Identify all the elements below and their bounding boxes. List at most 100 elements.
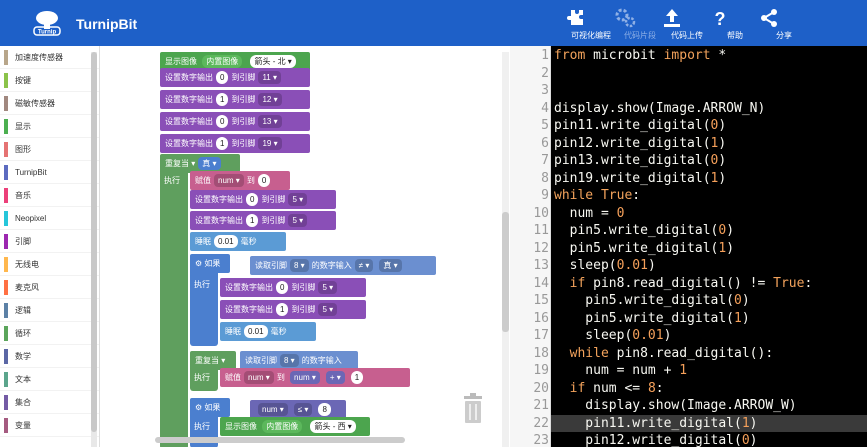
code-line[interactable]: sleep(0.01) bbox=[554, 257, 656, 275]
category-color-swatch bbox=[4, 257, 8, 272]
line-number: 12 bbox=[533, 240, 549, 256]
line-number: 19 bbox=[533, 363, 549, 378]
toolbar-label: 代码上传 bbox=[671, 31, 703, 40]
category-color-swatch bbox=[4, 211, 8, 226]
category-label: 数学 bbox=[15, 352, 31, 361]
digital-write-block[interactable]: 设置数字输出 1 到引脚 12 ▾ bbox=[160, 90, 310, 109]
trash-icon[interactable] bbox=[462, 392, 484, 424]
category-color-swatch bbox=[4, 234, 8, 249]
category-color-swatch bbox=[4, 96, 8, 111]
code-line[interactable]: while True: bbox=[554, 187, 640, 205]
help-icon: ? bbox=[715, 9, 726, 29]
code-line[interactable]: pin5.write_digital(0) bbox=[554, 222, 734, 240]
digital-write-block[interactable]: 设置数字输出 0 到引脚 5 ▾ bbox=[190, 190, 336, 209]
do-label: 执行 bbox=[190, 368, 218, 387]
share-icon bbox=[761, 9, 777, 27]
category-label: 按键 bbox=[15, 76, 31, 85]
category-color-swatch bbox=[4, 326, 8, 341]
code-line[interactable]: pin5.write_digital(1) bbox=[554, 310, 749, 328]
code-line[interactable]: if pin8.read_digital() != True: bbox=[554, 275, 813, 293]
category-color-swatch bbox=[4, 165, 8, 180]
blocks-workspace[interactable]: 显示图像 内置图像 箭头 - 北 ▾ 设置数字输出 0 到引脚 11 ▾ 设置数字输出… bbox=[100, 46, 510, 447]
category-label: 变量 bbox=[15, 421, 31, 430]
workspace-horizontal-scrollbar[interactable] bbox=[155, 437, 405, 443]
sidebar-category[interactable]: 集合 bbox=[0, 391, 99, 414]
sidebar-category[interactable]: TurnipBit bbox=[0, 161, 99, 184]
sidebar-category[interactable]: 显示 bbox=[0, 115, 99, 138]
sleep-block[interactable]: 睡眠 0.01 毫秒 bbox=[190, 232, 286, 251]
category-label: 逻辑 bbox=[15, 306, 31, 315]
do-label: 执行 bbox=[190, 275, 218, 294]
sidebar-category[interactable]: Neopixel bbox=[0, 207, 99, 230]
sidebar-category[interactable]: 磁敏传感器 bbox=[0, 92, 99, 115]
code-line[interactable]: num = 0 bbox=[554, 205, 625, 223]
sidebar-category[interactable]: 文本 bbox=[0, 368, 99, 391]
category-color-swatch bbox=[4, 395, 8, 410]
digital-write-block[interactable]: 设置数字输出 0 到引脚 5 ▾ bbox=[220, 278, 366, 297]
code-line[interactable]: pin11.write_digital(1) bbox=[554, 415, 757, 433]
sidebar-category[interactable]: 音乐 bbox=[0, 184, 99, 207]
code-line[interactable]: from microbit import * bbox=[554, 47, 726, 65]
category-label: 无线电 bbox=[15, 260, 39, 269]
help-button[interactable]: ? 帮助 bbox=[708, 4, 762, 44]
digital-write-block[interactable]: 设置数字输出 0 到引脚 11 ▾ bbox=[160, 68, 310, 87]
code-line[interactable]: pin5.write_digital(0) bbox=[554, 292, 749, 310]
digital-write-block[interactable]: 设置数字输出 1 到引脚 5 ▾ bbox=[190, 211, 336, 230]
code-line[interactable]: pin11.write_digital(0) bbox=[554, 117, 726, 135]
digital-write-block[interactable]: 设置数字输出 1 到引脚 19 ▾ bbox=[160, 134, 310, 153]
code-line[interactable]: display.show(Image.ARROW_N) bbox=[554, 100, 765, 118]
toolbar-label: 分享 bbox=[776, 31, 792, 40]
code-line[interactable]: pin12.write_digital(1) bbox=[554, 135, 726, 153]
sidebar-category[interactable]: 数学 bbox=[0, 345, 99, 368]
digital-write-block[interactable]: 设置数字输出 1 到引脚 5 ▾ bbox=[220, 300, 366, 319]
sidebar-category[interactable]: 变量 bbox=[0, 414, 99, 437]
while-loop-frame bbox=[160, 154, 188, 447]
top-bar: Turnip TurnipBit 可视化编程 代码片段 代码上传 ? 帮助 分享 bbox=[0, 0, 867, 46]
if-block[interactable]: ⚙ 如果 bbox=[190, 254, 230, 273]
category-label: Neopixel bbox=[15, 214, 47, 223]
sidebar-category[interactable]: 引脚 bbox=[0, 230, 99, 253]
code-line[interactable]: pin12.write_digital(0) bbox=[554, 432, 757, 447]
assign-num-block[interactable]: 赋值 num ▾ 到 0 bbox=[190, 171, 290, 190]
code-line[interactable]: display.show(Image.ARROW_W) bbox=[554, 397, 796, 415]
code-line[interactable]: num = num + 1 bbox=[554, 362, 687, 380]
svg-text:Turnip: Turnip bbox=[38, 30, 57, 36]
code-line[interactable]: pin13.write_digital(0) bbox=[554, 152, 726, 170]
workspace-vertical-scrollbar[interactable] bbox=[502, 52, 509, 447]
do-label: 执行 bbox=[190, 417, 218, 436]
share-button[interactable]: 分享 bbox=[757, 4, 811, 44]
sidebar-category[interactable]: 按键 bbox=[0, 69, 99, 92]
assign-num-block[interactable]: 赋值 num ▾ 到 num ▾ + ▾ 1 bbox=[220, 368, 410, 387]
digital-write-block[interactable]: 设置数字输出 0 到引脚 13 ▾ bbox=[160, 112, 310, 131]
code-snippets-button[interactable]: 代码片段 bbox=[613, 4, 667, 44]
sidebar-category[interactable]: 加速度传感器 bbox=[0, 46, 99, 69]
turnip-logo-icon: Turnip bbox=[33, 11, 61, 36]
code-line[interactable]: if num <= 8: bbox=[554, 380, 664, 398]
code-line[interactable]: while pin8.read_digital(): bbox=[554, 345, 774, 363]
sleep-block[interactable]: 睡眠 0.01 毫秒 bbox=[220, 322, 316, 341]
if-block[interactable]: ⚙ 如果 bbox=[190, 398, 230, 417]
show-image-block[interactable]: 显示图像 内置图像 箭头 - 西 ▾ bbox=[220, 417, 370, 436]
toolbar-label: 可视化编程 bbox=[571, 31, 611, 40]
compare-block[interactable]: 读取引脚 8 ▾ 的数字输入 ≠ ▾ 真 ▾ bbox=[250, 256, 436, 275]
code-editor[interactable]: 1 2 3 4 5 6 7 8 9 10 11 12 13 14 15 16 17 18 19 20 21 22 23 fro… bbox=[510, 46, 867, 447]
code-line[interactable]: pin5.write_digital(1) bbox=[554, 240, 734, 258]
code-line[interactable]: pin19.write_digital(1) bbox=[554, 170, 726, 188]
category-color-swatch bbox=[4, 280, 8, 295]
line-number: 13 bbox=[533, 258, 549, 273]
code-upload-button[interactable]: 代码上传 bbox=[660, 4, 714, 44]
visual-programming-button[interactable]: 可视化编程 bbox=[564, 4, 618, 44]
sidebar-scrollbar[interactable] bbox=[91, 52, 97, 447]
toolbar-label: 帮助 bbox=[727, 31, 743, 40]
sidebar-category[interactable]: 麦克风 bbox=[0, 276, 99, 299]
sidebar-category[interactable]: 逻辑 bbox=[0, 299, 99, 322]
line-number: 6 bbox=[541, 135, 549, 151]
sidebar-category[interactable]: 无线电 bbox=[0, 253, 99, 276]
category-color-swatch bbox=[4, 303, 8, 318]
line-number: 21 bbox=[533, 398, 549, 413]
sidebar-category[interactable]: 图形 bbox=[0, 138, 99, 161]
category-label: 集合 bbox=[15, 398, 31, 407]
sidebar-category[interactable]: 循环 bbox=[0, 322, 99, 345]
code-line[interactable]: sleep(0.01) bbox=[554, 327, 671, 345]
line-number: 10 bbox=[533, 205, 549, 221]
